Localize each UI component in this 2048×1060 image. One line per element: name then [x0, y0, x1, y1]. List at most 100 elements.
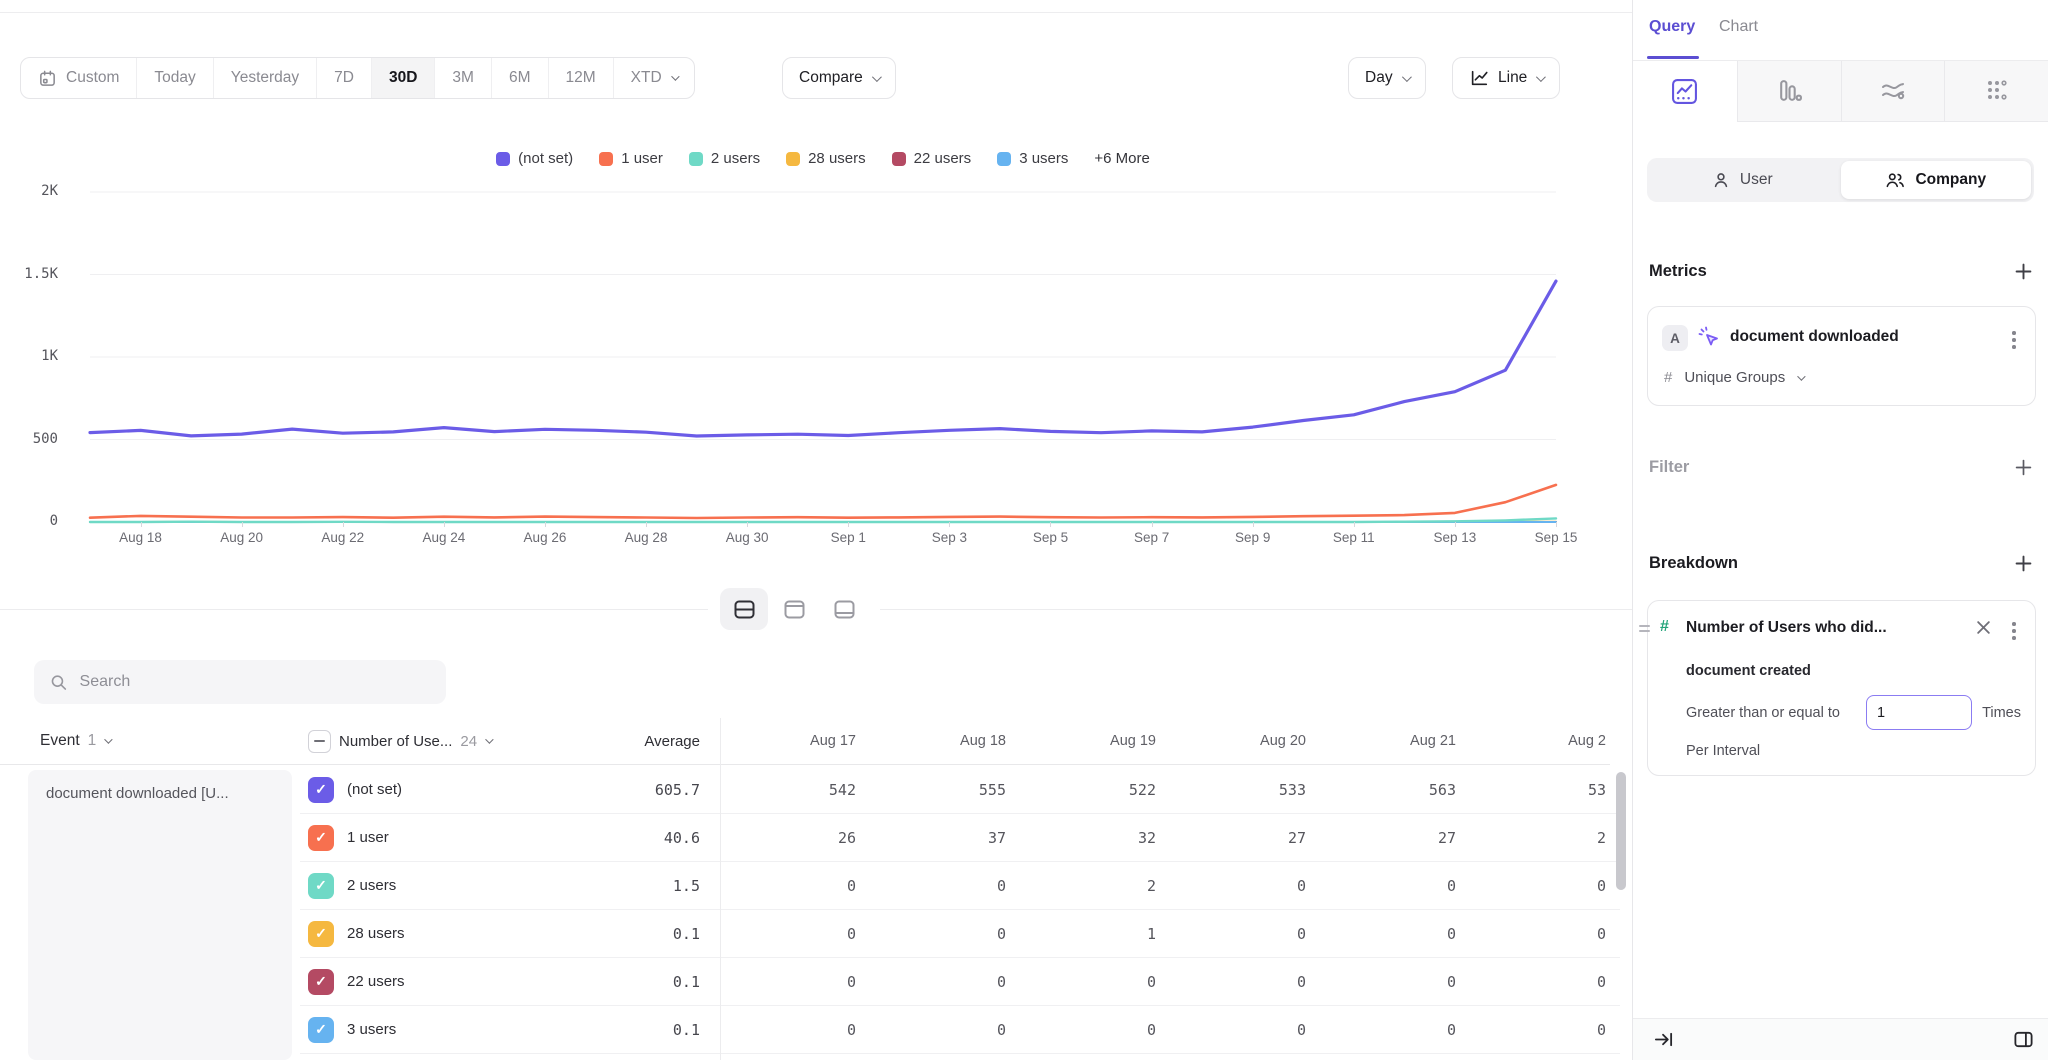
- range-3m[interactable]: 3M: [435, 58, 492, 98]
- table-column-divider: [720, 718, 721, 1060]
- range-today[interactable]: Today: [137, 58, 213, 98]
- event-name-cell[interactable]: document downloaded [U...: [28, 770, 292, 1060]
- select-all-checkbox[interactable]: [308, 730, 331, 753]
- panel-tabs: Query Chart: [1633, 0, 2048, 61]
- drag-handle-icon[interactable]: [1639, 625, 1650, 632]
- legend-swatch: [689, 152, 703, 166]
- vertical-scrollbar[interactable]: [1616, 772, 1626, 890]
- add-breakdown-button[interactable]: [2015, 555, 2032, 572]
- view-table-top-button[interactable]: [770, 588, 818, 630]
- add-metric-button[interactable]: [2015, 263, 2032, 280]
- range-12m[interactable]: 12M: [549, 58, 614, 98]
- search-input[interactable]: [80, 673, 430, 691]
- range-custom[interactable]: Custom: [21, 58, 137, 98]
- range-6m[interactable]: 6M: [492, 58, 549, 98]
- series-cell: ✓28 users: [300, 910, 570, 958]
- value-cell: 0: [720, 958, 870, 1006]
- date-column-header: Aug 20: [1170, 733, 1320, 749]
- chart-legend: (not set) 1 user 2 users 28 users 22 users 3 …: [90, 150, 1556, 167]
- remove-breakdown-button[interactable]: [1976, 620, 1991, 640]
- chart-type-tiles: [1633, 61, 2048, 122]
- value-cell: 27: [1320, 814, 1470, 862]
- x-tick-label: Sep 15: [1535, 530, 1578, 545]
- value-cell: 0: [1020, 1006, 1170, 1054]
- date-column-header: Aug 2: [1470, 733, 1620, 749]
- legend-item[interactable]: 22 users: [892, 150, 972, 167]
- range-30d[interactable]: 30D: [372, 58, 435, 98]
- value-cell: 0: [1170, 1006, 1320, 1054]
- legend-item[interactable]: (not set): [496, 150, 573, 167]
- number-property-icon: #: [1660, 618, 1669, 636]
- series-label: 22 users: [347, 973, 405, 990]
- tile-flow-chart[interactable]: [1841, 61, 1945, 122]
- metric-card[interactable]: A document downloaded # Unique Groups: [1647, 306, 2036, 406]
- tab-chart[interactable]: Chart: [1719, 18, 1758, 36]
- x-tick-mark: [343, 522, 344, 527]
- chart-type-select[interactable]: Line: [1452, 57, 1560, 99]
- value-cell: 37: [870, 814, 1020, 862]
- value-cell: 0: [1020, 958, 1170, 1006]
- series-checkbox[interactable]: ✓: [308, 1017, 334, 1043]
- x-tick-label: Sep 11: [1333, 530, 1375, 545]
- search-bar: [34, 660, 446, 704]
- range-yesterday[interactable]: Yesterday: [214, 58, 317, 98]
- compare-button[interactable]: Compare: [782, 57, 896, 99]
- tile-line-chart[interactable]: [1633, 61, 1737, 122]
- breakdown-condition[interactable]: Greater than or equal to: [1686, 705, 1840, 721]
- series-checkbox[interactable]: ✓: [308, 969, 334, 995]
- x-tick-label: Sep 1: [831, 530, 866, 545]
- series-cell: ✓ 22 users: [300, 958, 570, 1006]
- series-checkbox[interactable]: ✓: [308, 825, 334, 851]
- x-tick-label: Aug 30: [726, 530, 769, 545]
- active-tab-underline: [1647, 56, 1699, 59]
- breakdown-per-interval[interactable]: Per Interval: [1686, 743, 1760, 759]
- tab-query[interactable]: Query: [1649, 18, 1695, 36]
- event-column-header[interactable]: Event 1: [0, 732, 300, 750]
- breakdown-menu-button[interactable]: [2005, 618, 2023, 644]
- chart-line--not-set-: [90, 281, 1556, 436]
- value-cell: 0: [720, 910, 870, 958]
- add-filter-button[interactable]: [2015, 459, 2032, 476]
- tile-bar-chart[interactable]: [1737, 61, 1841, 122]
- entity-user-option[interactable]: User: [1647, 158, 1838, 202]
- metric-measure[interactable]: # Unique Groups: [1664, 369, 1803, 386]
- date-column-header: Aug 17: [720, 733, 870, 749]
- chevron-down-icon: [485, 735, 493, 743]
- entity-company-option[interactable]: Company: [1841, 161, 2032, 199]
- value-cell: 2: [1020, 862, 1170, 910]
- legend-item[interactable]: 1 user: [599, 150, 663, 167]
- range-7d[interactable]: 7D: [317, 58, 372, 98]
- x-tick-mark: [1354, 522, 1355, 527]
- x-tick-label: Aug 24: [422, 530, 465, 545]
- value-cell: 0: [1320, 910, 1470, 958]
- date-column-header: Aug 19: [1020, 733, 1170, 749]
- legend-item[interactable]: 2 users: [689, 150, 760, 167]
- group-column-header[interactable]: Number of Use... 24: [300, 730, 570, 753]
- series-label: (not set): [347, 781, 402, 798]
- range-xtd[interactable]: XTD: [614, 58, 694, 98]
- layout-toggle-button[interactable]: [2013, 1029, 2034, 1055]
- chevron-down-icon: [1536, 72, 1546, 82]
- legend-item[interactable]: 28 users: [786, 150, 866, 167]
- legend-item[interactable]: 3 users: [997, 150, 1068, 167]
- breakdown-value-input[interactable]: [1866, 695, 1972, 730]
- tile-scatter-chart[interactable]: [1944, 61, 2048, 122]
- value-cell: 0: [1170, 910, 1320, 958]
- metric-menu-button[interactable]: [2005, 327, 2023, 353]
- value-cell: 1: [1020, 910, 1170, 958]
- interval-select[interactable]: Day: [1348, 57, 1426, 99]
- series-label: 2 users: [347, 877, 396, 894]
- series-checkbox[interactable]: ✓: [308, 921, 334, 947]
- collapse-panel-button[interactable]: [1653, 1029, 1674, 1055]
- value-cell: 27: [1170, 814, 1320, 862]
- average-column-header: Average: [570, 733, 720, 750]
- view-split-button[interactable]: [720, 588, 768, 630]
- view-chart-top-button[interactable]: [820, 588, 868, 630]
- legend-more-button[interactable]: +6 More: [1094, 150, 1149, 167]
- range-label: Custom: [66, 69, 119, 87]
- table-header: Event 1 Number of Use... 24 Average Aug …: [0, 718, 1610, 765]
- series-checkbox[interactable]: ✓: [308, 777, 334, 803]
- panel-footer: [1633, 1018, 2048, 1060]
- breakdown-card[interactable]: # Number of Users who did... document cr…: [1647, 600, 2036, 776]
- series-checkbox[interactable]: ✓: [308, 873, 334, 899]
